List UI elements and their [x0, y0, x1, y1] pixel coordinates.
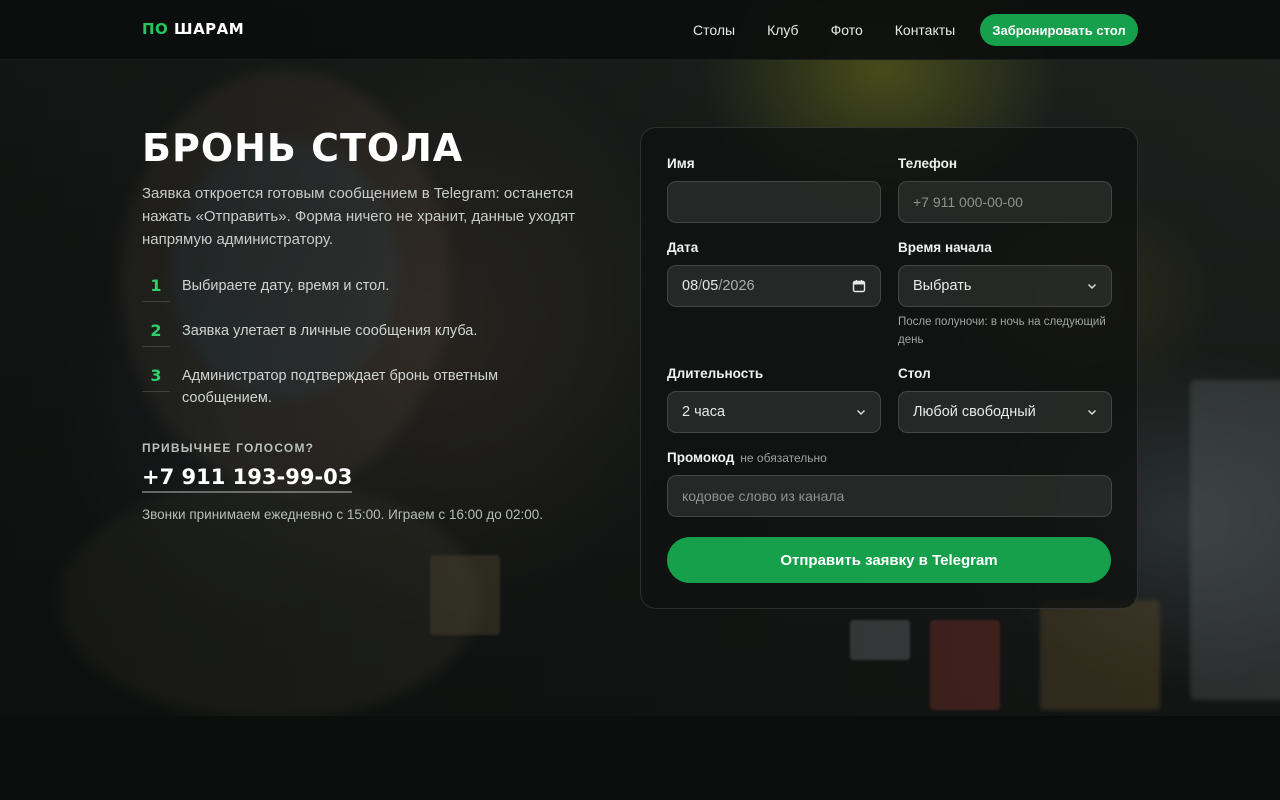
step-number: 3	[142, 365, 170, 392]
nav-item-tables[interactable]: Столы	[693, 22, 735, 38]
list-item: 2 Заявка улетает в личные сообщения клуб…	[142, 320, 582, 357]
phone-link[interactable]: +7 911 193-99-03	[142, 465, 353, 493]
date-year: 2026	[722, 278, 755, 294]
hours-text: Звонки принимаем ежедневно с 15:00. Игра…	[142, 507, 544, 522]
page-title: БРОНЬ СТОЛА	[142, 126, 464, 170]
sticker-shape	[850, 620, 910, 660]
start-time-select[interactable]: Выбрать	[898, 265, 1112, 307]
table-label: Стол	[898, 366, 931, 381]
duration-select[interactable]: 2 часа	[667, 391, 881, 433]
step-text: Выбираете дату, время и стол.	[182, 278, 390, 294]
phone-input[interactable]	[898, 181, 1112, 223]
table-select[interactable]: Любой свободный	[898, 391, 1112, 433]
book-table-button[interactable]: Забронировать стол	[980, 14, 1138, 46]
site-header: ПО ШАРАМ Столы Клуб Фото Контакты Заброн…	[0, 0, 1280, 60]
promo-input[interactable]	[667, 475, 1112, 517]
start-time-hint: После полуночи: в ночь на следующий день	[898, 316, 1106, 346]
wall-painting-shape	[1040, 600, 1160, 710]
chevron-down-icon	[1087, 283, 1097, 290]
chevron-down-icon	[1087, 409, 1097, 416]
wall-frame-shape	[930, 620, 1000, 710]
nav-item-contacts[interactable]: Контакты	[895, 22, 955, 38]
logo-accent: ПО	[142, 20, 169, 38]
nav-item-club[interactable]: Клуб	[767, 22, 799, 38]
step-text: Заявка улетает в личные сообщения клуба.	[182, 323, 478, 339]
booking-form: Имя Телефон Дата 08/05/2026 Время начала…	[640, 127, 1138, 609]
date-month: 05	[702, 278, 719, 294]
phone-label: Телефон	[898, 156, 958, 171]
calendar-icon[interactable]	[852, 279, 866, 293]
step-number: 1	[142, 275, 170, 302]
promo-optional-note: не обязательно	[740, 451, 827, 465]
start-time-label: Время начала	[898, 240, 992, 255]
date-input[interactable]: 08/05/2026	[667, 265, 881, 307]
intro-lead: Заявка откроется готовым сообщением в Te…	[142, 185, 576, 248]
promo-label: Промокод не обязательно	[667, 450, 827, 465]
list-item: 3 Администратор подтверждает бронь ответ…	[142, 365, 582, 419]
step-text: Администратор подтверждает бронь ответны…	[182, 368, 499, 406]
voice-label: ПРИВЫЧНЕЕ ГОЛОСОМ?	[142, 441, 315, 455]
fridge-shape	[1190, 380, 1280, 700]
nav-item-photo[interactable]: Фото	[831, 22, 863, 38]
submit-telegram-button[interactable]: Отправить заявку в Telegram	[667, 537, 1111, 583]
name-label: Имя	[667, 156, 695, 171]
date-label: Дата	[667, 240, 699, 255]
start-time-value: Выбрать	[913, 278, 972, 294]
chevron-down-icon	[856, 409, 866, 416]
promo-label-text: Промокод	[667, 450, 735, 465]
step-number: 2	[142, 320, 170, 347]
list-item: 1 Выбираете дату, время и стол.	[142, 275, 582, 312]
date-day: 08	[682, 278, 699, 294]
table-value: Любой свободный	[913, 404, 1036, 420]
booking-intro: БРОНЬ СТОЛА Заявка откроется готовым соо…	[142, 126, 582, 522]
duration-value: 2 часа	[682, 404, 726, 420]
main-nav: Столы Клуб Фото Контакты	[693, 22, 987, 38]
name-input[interactable]	[667, 181, 881, 223]
logo-text: ШАРАМ	[168, 20, 245, 38]
date-value: 08/05/2026	[682, 278, 755, 294]
steps-list: 1 Выбираете дату, время и стол. 2 Заявка…	[142, 275, 582, 419]
duration-label: Длительность	[667, 366, 764, 381]
brand-logo[interactable]: ПО ШАРАМ	[142, 20, 244, 38]
poster-shape	[430, 555, 500, 635]
